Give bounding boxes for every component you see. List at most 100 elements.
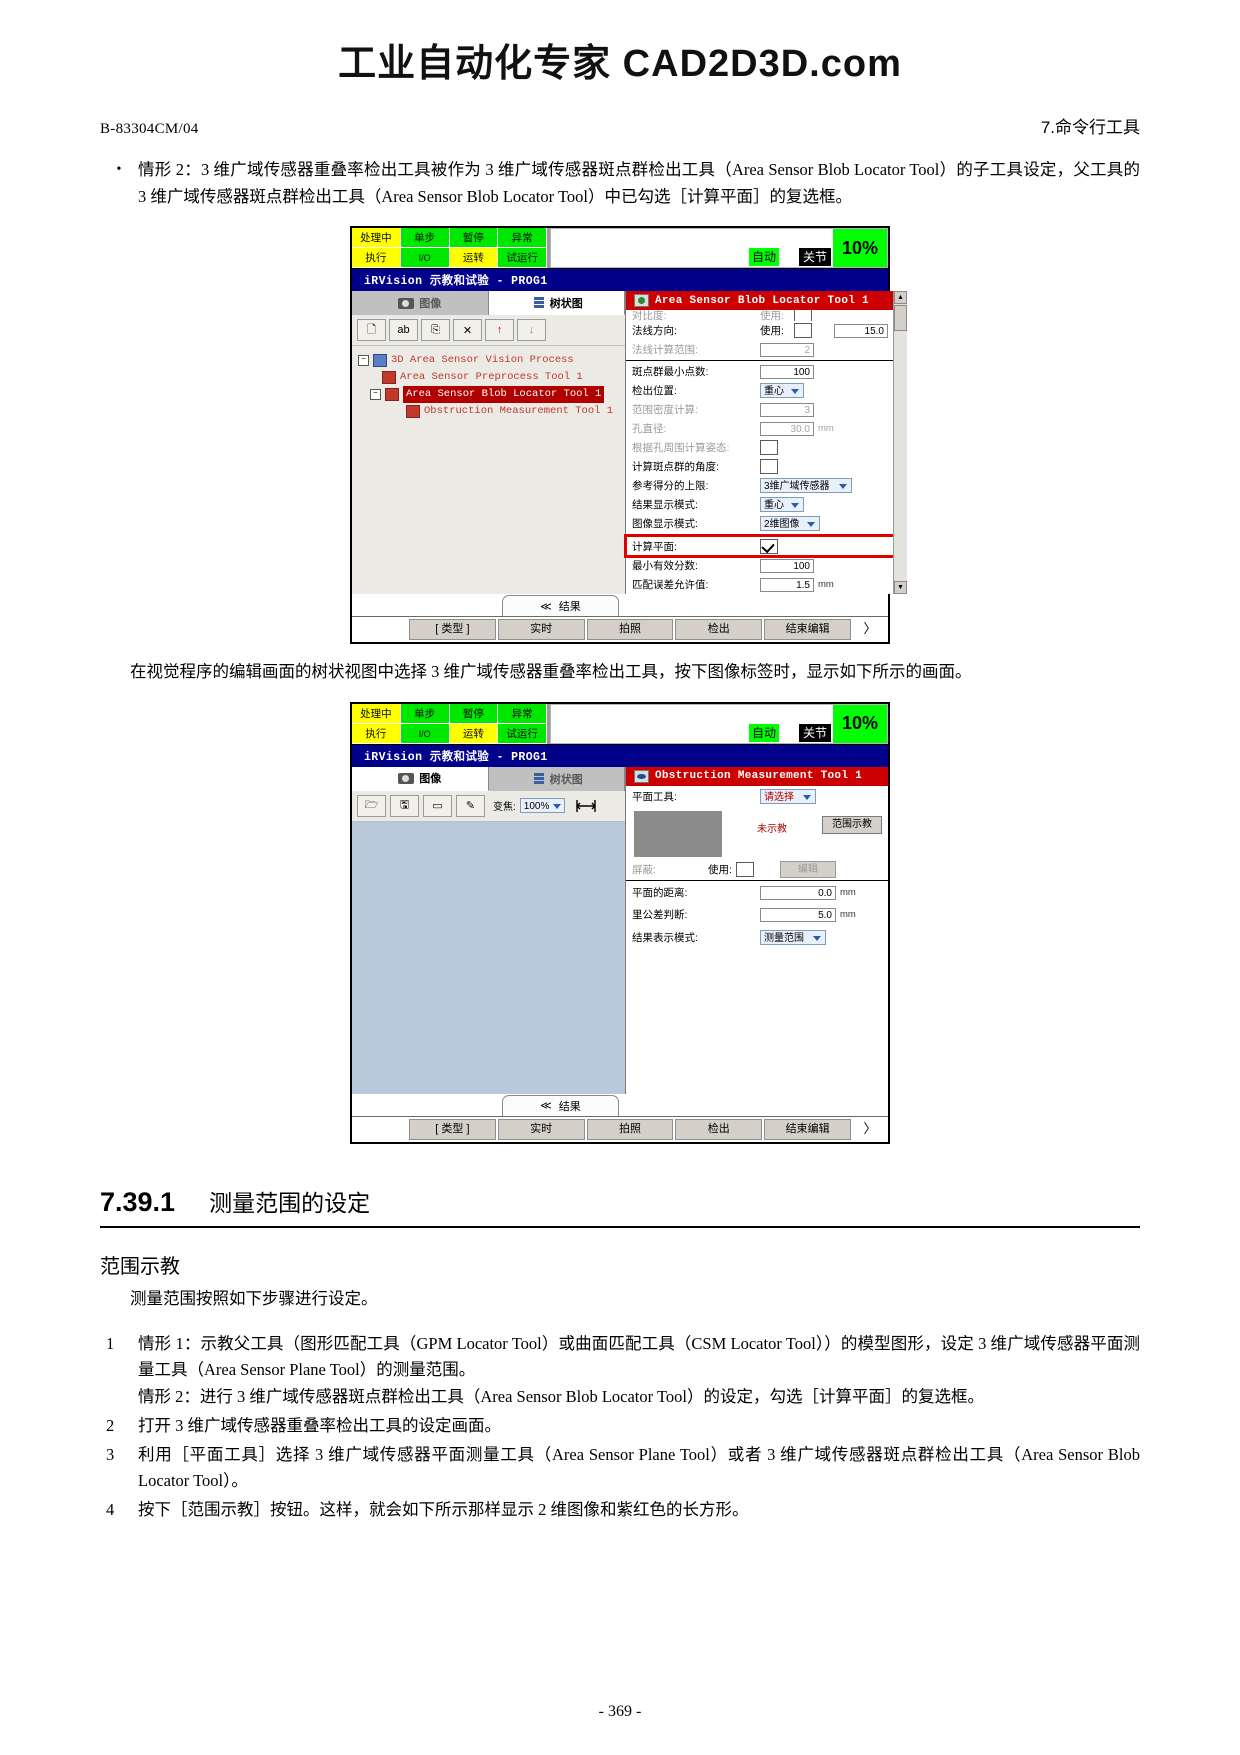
tree-node-preprocess[interactable]: Area Sensor Preprocess Tool 1	[356, 369, 621, 386]
button-snap[interactable]: 拍照	[586, 1118, 674, 1140]
step-text: 按下［范围示教］按钮。这样，就会如下所示那样显示 2 维图像和紫红色的长方形。	[138, 1499, 749, 1519]
edit-button[interactable]: 编辑	[779, 860, 836, 878]
property-label: 检出位置:	[632, 385, 677, 398]
move-up-icon[interactable]: ↑	[485, 319, 514, 342]
detect-position-select[interactable]: 重心	[760, 383, 804, 399]
property-row-range-density: 范围密度计算: 3	[626, 400, 894, 419]
blob-angle-checkbox[interactable]	[760, 459, 778, 475]
button-type[interactable]: [ 类型 ]	[409, 1118, 496, 1140]
results-tab-area: ≪ 结果	[352, 1093, 888, 1116]
plane-tool-select[interactable]: 请选择	[760, 789, 816, 805]
copy-icon[interactable]: ⎘	[421, 319, 450, 342]
subsection-paragraph: 测量范围按照如下步骤进行设定。	[130, 1288, 378, 1308]
normal-direction-value[interactable]: 15.0	[834, 323, 888, 338]
button-end-edit[interactable]: 结束编辑	[764, 1118, 851, 1140]
result-mode-select[interactable]: 测量范围	[760, 930, 826, 946]
tree-node-blob-locator[interactable]: − Area Sensor Blob Locator Tool 1	[356, 386, 621, 404]
property-row-normal-range: 法线计算范围: 2	[626, 340, 894, 359]
not-taught-label: 未示教	[757, 823, 787, 835]
tree-node-obstruction[interactable]: Obstruction Measurement Tool 1	[356, 403, 621, 420]
tab-image-label: 图像	[419, 298, 442, 311]
delete-icon[interactable]: ✕	[453, 319, 482, 342]
property-label: 法线计算范围:	[632, 344, 698, 357]
vertical-scrollbar[interactable]: ▲ ▼	[893, 291, 907, 595]
status-cell-run: 执行	[352, 248, 401, 269]
property-rows: 对比度: 使用: 法线方向: 使用: 15.0 法线计算范围: 2 斑点群最小点…	[624, 310, 907, 595]
image-canvas[interactable]	[352, 821, 625, 1094]
zoom-select[interactable]: 100%	[519, 798, 566, 814]
heading-rule	[100, 1225, 1140, 1228]
step-number: 4	[106, 1499, 115, 1519]
use-checkbox[interactable]	[794, 310, 812, 322]
button-live[interactable]: 实时	[497, 619, 585, 641]
property-row-calc-plane: 计算平面:	[624, 534, 896, 559]
button-live[interactable]: 实时	[497, 1118, 585, 1140]
min-score-value[interactable]: 100	[760, 558, 814, 573]
results-tab[interactable]: ≪ 结果	[502, 1094, 619, 1116]
window-body: 图像 树状图 🗋 ab ⎘ ✕ ↑ ↓ − 3D Area Sensor Vis…	[352, 291, 907, 595]
camera-icon	[398, 297, 415, 309]
use-checkbox[interactable]	[794, 323, 812, 339]
status-cell-step: 单步	[400, 228, 450, 249]
match-error-value[interactable]: 1.5	[760, 577, 814, 592]
button-find[interactable]: 检出	[675, 619, 763, 641]
result-display-mode-select[interactable]: 重心	[760, 497, 804, 513]
status-cell-io: I/O	[400, 723, 450, 744]
results-tab[interactable]: ≪ 结果	[502, 595, 619, 617]
tree-node-root[interactable]: − 3D Area Sensor Vision Process	[356, 352, 621, 369]
normal-range-value[interactable]: 2	[760, 342, 814, 357]
save-image-icon[interactable]: 🖫	[390, 794, 419, 817]
button-end-edit[interactable]: 结束编辑	[764, 619, 851, 641]
expander-icon[interactable]: −	[358, 355, 369, 367]
tab-tree[interactable]: 树状图	[488, 766, 625, 791]
blob-locator-tool-icon	[634, 294, 649, 308]
button-find[interactable]: 检出	[675, 1118, 763, 1140]
tab-image[interactable]: 图像	[352, 291, 489, 316]
panel-title-bar: Area Sensor Blob Locator Tool 1	[626, 291, 907, 311]
button-type[interactable]: [ 类型 ]	[409, 619, 496, 641]
calc-plane-checkbox[interactable]	[760, 538, 778, 554]
fit-image-icon[interactable]	[575, 799, 597, 813]
open-image-icon[interactable]: 🗁	[357, 794, 386, 817]
image-display-mode-select[interactable]: 2维图像	[760, 516, 820, 532]
subsection-heading: 范围示教	[100, 1255, 180, 1278]
new-icon[interactable]: 🗋	[357, 319, 386, 342]
pose-from-hole-checkbox[interactable]	[760, 440, 778, 456]
property-row-plane-tool: 平面工具: 请选择	[626, 786, 888, 808]
score-limit-select[interactable]: 3维广域传感器	[760, 478, 852, 494]
min-points-value[interactable]: 100	[760, 364, 814, 379]
status-cell-fault: 异常	[498, 703, 547, 724]
scrollbar-thumb[interactable]	[894, 305, 907, 332]
section-number: 7.39.1	[100, 1186, 176, 1217]
property-row-detect-position: 检出位置: 重心	[626, 381, 894, 400]
bullet-text: 情形 2：3 维广域传感器重叠率检出工具被作为 3 维广域传感器斑点群检出工具（…	[138, 160, 1140, 207]
window-titlebar: iRVision 示教和试验 - PROG1	[352, 744, 888, 767]
property-row-hole-diameter: 孔直径: 30.0 mm	[626, 419, 894, 438]
scroll-down-icon[interactable]: ▼	[894, 581, 907, 595]
tab-tree[interactable]: 树状图	[488, 291, 625, 316]
button-snap[interactable]: 拍照	[586, 619, 674, 641]
screenshot-obstruction-measurement: 处理中 单步 暂停 异常 执行 I/O 运转 试运行 自动 关节 10% iRV…	[350, 701, 890, 1144]
fit-window-icon[interactable]: ▭	[423, 794, 452, 817]
measure-icon[interactable]: ✎	[456, 794, 485, 817]
chapter-title: 7.命令行工具	[1040, 118, 1140, 137]
plane-distance-value[interactable]: 0.0	[760, 885, 836, 900]
tab-image[interactable]: 图像	[352, 766, 489, 791]
move-down-icon[interactable]: ↓	[517, 319, 546, 342]
vision-process-icon	[373, 354, 387, 368]
scroll-up-icon[interactable]: ▲	[894, 291, 907, 305]
status-right-area: 自动 关节 10%	[550, 228, 888, 269]
expander-icon[interactable]: −	[370, 389, 381, 401]
rename-icon[interactable]: ab	[389, 319, 418, 342]
step-number: 2	[106, 1415, 115, 1435]
status-grid: 处理中 单步 暂停 异常 执行 I/O 运转 试运行	[352, 703, 550, 744]
mask-use-checkbox[interactable]	[735, 861, 754, 877]
next-page-arrow[interactable]: 〉	[852, 1119, 888, 1140]
range-density-value[interactable]: 3	[760, 402, 814, 417]
range-teach-button[interactable]: 范围示教	[822, 815, 882, 834]
status-grid: 处理中 单步 暂停 异常 执行 I/O 运转 试运行	[352, 228, 550, 269]
tolerance-value[interactable]: 5.0	[760, 907, 836, 922]
hole-diameter-value[interactable]: 30.0	[760, 421, 814, 436]
tree-pane: 图像 树状图 🗋 ab ⎘ ✕ ↑ ↓ − 3D Area Sensor Vis…	[352, 291, 626, 595]
next-page-arrow[interactable]: 〉	[852, 619, 888, 640]
